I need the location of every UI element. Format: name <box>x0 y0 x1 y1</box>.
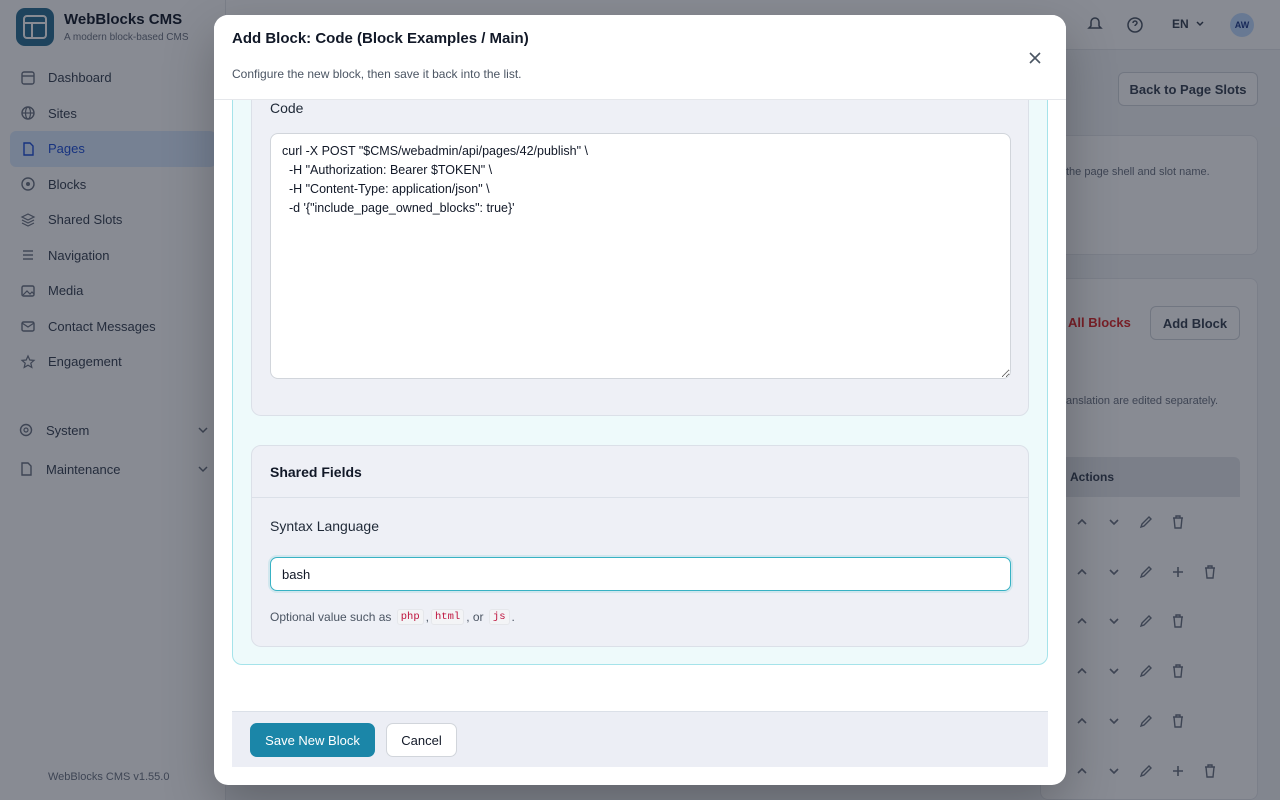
save-new-block-button[interactable]: Save New Block <box>250 723 375 757</box>
syntax-language-input[interactable] <box>270 557 1011 591</box>
code-textarea[interactable]: curl -X POST "$CMS/webadmin/api/pages/42… <box>270 133 1011 379</box>
code-chip-js: js <box>488 609 510 625</box>
modal-footer: Save New Block Cancel <box>232 711 1048 767</box>
code-chip-php: php <box>396 609 424 625</box>
code-chip-html: html <box>431 609 465 625</box>
code-label: Code <box>270 100 304 116</box>
cancel-button[interactable]: Cancel <box>386 723 457 757</box>
block-form-section: Code curl -X POST "$CMS/webadmin/api/pag… <box>232 66 1048 665</box>
close-button[interactable] <box>1024 47 1046 69</box>
divider <box>252 497 1028 498</box>
modal-title: Add Block: Code (Block Examples / Main) <box>232 30 529 47</box>
helper-separator: , or <box>466 610 484 624</box>
shared-fields-title: Shared Fields <box>270 464 362 480</box>
helper-end: . <box>511 610 515 624</box>
close-icon <box>1029 52 1041 64</box>
modal-header: Add Block: Code (Block Examples / Main) … <box>214 15 1066 100</box>
add-block-modal: Code curl -X POST "$CMS/webadmin/api/pag… <box>214 15 1066 785</box>
helper-separator: , <box>425 610 429 624</box>
code-panel: Code curl -X POST "$CMS/webadmin/api/pag… <box>251 66 1029 416</box>
syntax-language-label: Syntax Language <box>270 518 379 534</box>
helper-prefix: Optional value such as <box>270 610 392 624</box>
modal-subtitle: Configure the new block, then save it ba… <box>232 67 522 81</box>
shared-fields-panel: Shared Fields Syntax Language Optional v… <box>251 445 1029 647</box>
syntax-helper-text: Optional value such as php , html , or j… <box>270 609 515 625</box>
